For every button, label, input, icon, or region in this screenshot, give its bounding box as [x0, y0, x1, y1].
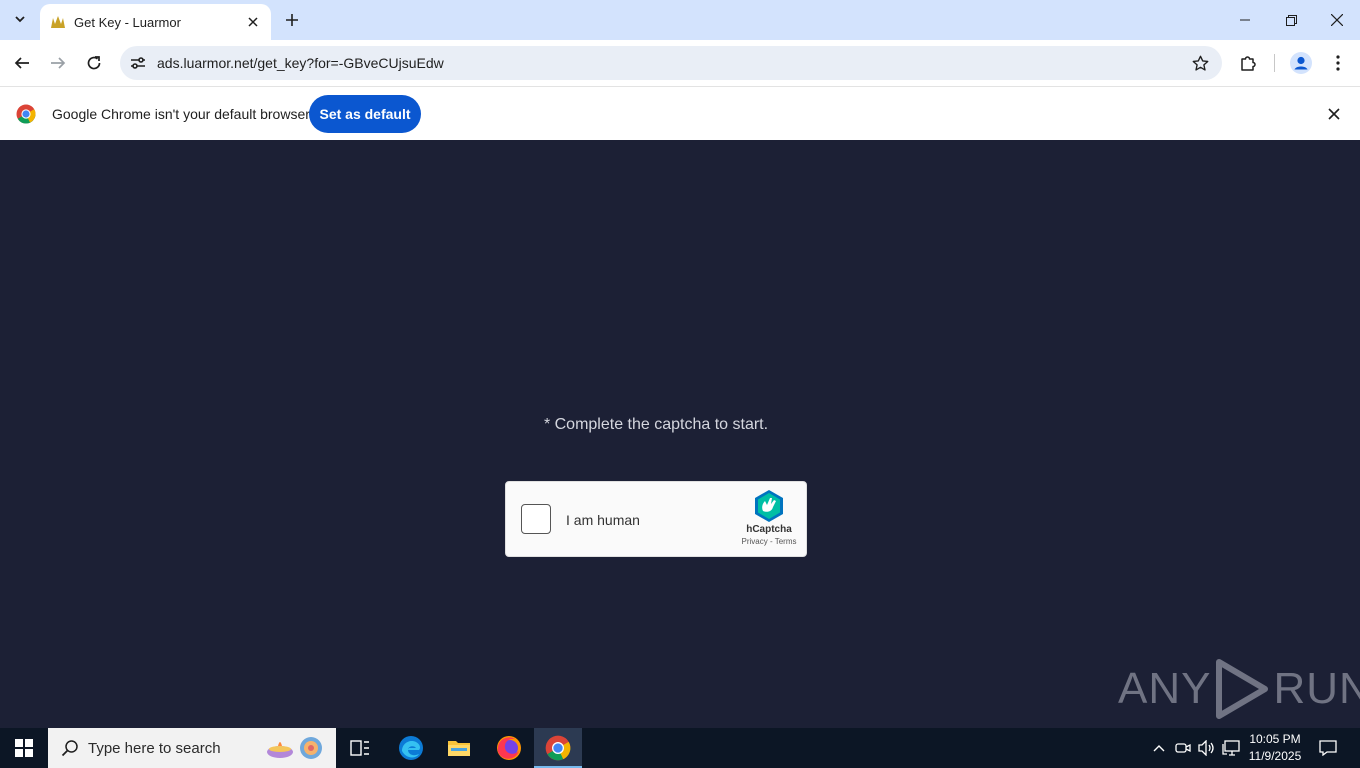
hcaptcha-brand: hCaptcha [746, 524, 792, 535]
show-hidden-icons-button[interactable] [1149, 738, 1169, 758]
chrome-logo-icon [16, 104, 36, 124]
browser-toolbar: ads.luarmor.net/get_key?for=-GBveCUjsuEd… [0, 40, 1360, 86]
chrome-app-button[interactable] [534, 728, 582, 768]
puzzle-icon [1241, 56, 1256, 71]
notifications-button[interactable] [1318, 738, 1338, 758]
volume-button[interactable] [1197, 738, 1217, 758]
extensions-button[interactable] [1237, 52, 1259, 74]
camera-icon [1175, 743, 1191, 753]
bookmark-star-icon[interactable] [1190, 53, 1210, 73]
hcaptcha-privacy-terms-links[interactable]: Privacy - Terms [732, 537, 806, 546]
arrow-right-icon [51, 57, 66, 69]
new-tab-button[interactable] [282, 10, 302, 30]
avatar-icon [1290, 52, 1312, 74]
infobar-message: Google Chrome isn't your default browser [52, 106, 310, 122]
toolbar-separator [1274, 54, 1275, 72]
play-logo-icon [1216, 659, 1269, 719]
minimize-icon [1240, 19, 1250, 21]
clock-time: 10:05 PM [1249, 732, 1301, 746]
back-button[interactable] [8, 49, 36, 77]
tab-close-icon[interactable] [245, 14, 261, 30]
clock-date: 11/9/2025 [1248, 749, 1302, 763]
set-as-default-button[interactable]: Set as default [309, 95, 421, 133]
start-button[interactable] [0, 728, 48, 768]
folder-icon [448, 741, 470, 756]
infobar-close-icon[interactable] [1324, 104, 1344, 124]
arrow-left-icon [14, 57, 29, 69]
address-bar[interactable]: ads.luarmor.net/get_key?for=-GBveCUjsuEd… [120, 46, 1222, 80]
speaker-icon [1198, 740, 1214, 756]
search-icon [60, 738, 80, 758]
tab-search-button[interactable] [8, 7, 32, 31]
hcaptcha-logo-icon [755, 490, 783, 522]
taskbar-search-placeholder: Type here to search [88, 739, 221, 757]
windows-logo-icon [15, 739, 33, 757]
reload-button[interactable] [80, 49, 108, 77]
tab-strip: Get Key - Luarmor [0, 0, 1360, 40]
profile-button[interactable] [1290, 52, 1312, 74]
task-view-button[interactable] [336, 728, 384, 768]
url-text[interactable]: ads.luarmor.net/get_key?for=-GBveCUjsuEd… [157, 55, 444, 71]
tab-active[interactable]: Get Key - Luarmor [40, 4, 271, 40]
watermark-left-text: ANY [1118, 664, 1212, 713]
watermark-right-text: RUN [1273, 664, 1360, 713]
minimize-button[interactable] [1222, 0, 1268, 40]
close-icon [1331, 14, 1343, 26]
close-window-button[interactable] [1314, 0, 1360, 40]
firefox-app-button[interactable] [485, 728, 533, 768]
notification-icon [1319, 740, 1337, 756]
more-vertical-icon [1336, 55, 1340, 71]
page-content: * Complete the captcha to start. I am hu… [0, 140, 1360, 728]
plus-icon [286, 14, 298, 26]
reload-icon [87, 56, 101, 70]
captcha-label: I am human [566, 512, 640, 528]
file-explorer-app-button[interactable] [435, 728, 483, 768]
captcha-checkbox[interactable] [521, 504, 551, 534]
site-info-icon[interactable] [128, 53, 148, 73]
chrome-icon [545, 735, 571, 761]
restore-button[interactable] [1268, 0, 1314, 40]
task-view-icon [350, 740, 369, 756]
windows-taskbar: Type here to search 10:05 PM 11/9/2025 [0, 728, 1360, 768]
restore-icon [1285, 14, 1297, 26]
chevron-down-icon [15, 16, 25, 23]
edge-icon [399, 736, 423, 760]
edge-app-button[interactable] [387, 728, 435, 768]
meet-now-button[interactable] [1173, 738, 1193, 758]
tab-title: Get Key - Luarmor [74, 14, 181, 30]
forward-button[interactable] [44, 49, 72, 77]
chevron-up-icon [1153, 745, 1165, 752]
default-browser-infobar: Google Chrome isn't your default browser… [0, 86, 1360, 140]
taskbar-search-box[interactable]: Type here to search [48, 728, 336, 768]
hcaptcha-widget: I am human hCaptcha Privacy - Terms [505, 481, 807, 557]
anyrun-watermark: ANY RUN [1118, 658, 1360, 720]
captcha-prompt: * Complete the captcha to start. [543, 416, 769, 433]
search-highlight-decoration-icon [267, 737, 322, 759]
menu-button[interactable] [1327, 52, 1349, 74]
firefox-icon [497, 736, 521, 760]
system-clock[interactable]: 10:05 PM 11/9/2025 [1236, 731, 1314, 765]
luarmor-favicon-icon [50, 14, 66, 30]
